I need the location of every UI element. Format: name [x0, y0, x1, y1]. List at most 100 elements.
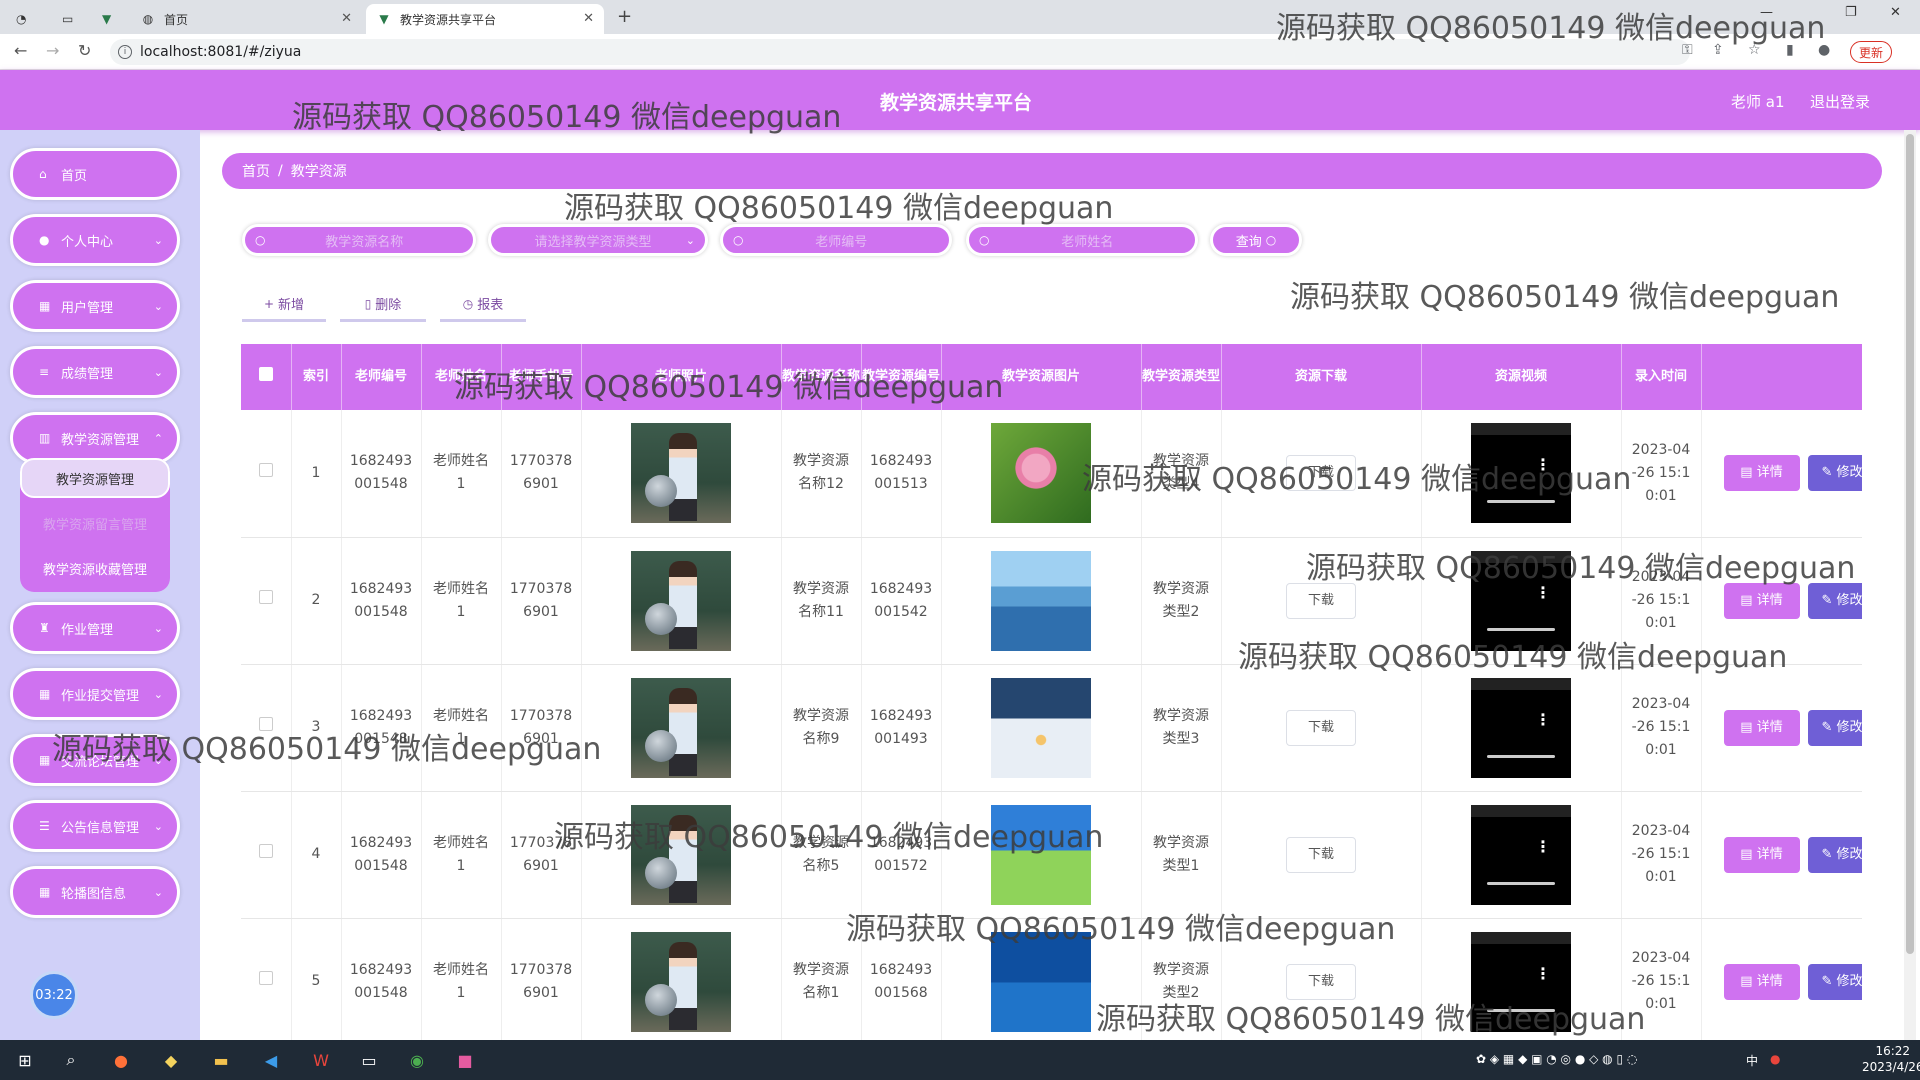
sidebar-item-homework[interactable]: ♜ 作业管理 ⌄ — [10, 602, 180, 654]
more-options-icon[interactable]: ⋮ — [1535, 835, 1551, 858]
antivirus-icon[interactable]: ● — [1770, 1052, 1780, 1066]
sidebar-item-submissions[interactable]: ▦ 作业提交管理 ⌄ — [10, 668, 180, 720]
edit-button[interactable]: ✎ 修改 — [1807, 709, 1862, 746]
reload-icon[interactable]: ↻ — [78, 41, 91, 60]
tab-close-icon[interactable]: ✕ — [341, 11, 352, 26]
vue-tab-icon[interactable]: ▼ — [92, 4, 132, 34]
sidebar-item-resources[interactable]: ▥ 教学资源管理 ⌃ — [10, 412, 180, 464]
resource-type-select[interactable]: 请选择教学资源类型 ⌄ — [488, 224, 708, 256]
forward-icon[interactable]: → — [46, 41, 59, 60]
windows-start-icon[interactable]: ⊞ — [12, 1048, 38, 1072]
detail-button[interactable]: ▤ 详情 — [1723, 836, 1800, 873]
teacher-photo[interactable] — [631, 423, 731, 524]
profile-icon[interactable]: ● — [1818, 42, 1830, 58]
teacher-photo[interactable] — [631, 550, 731, 651]
new-tab-icon[interactable]: + — [617, 6, 632, 27]
resource-video[interactable]: ⋮ — [1471, 550, 1571, 651]
idea-icon[interactable]: ■ — [452, 1048, 478, 1072]
row-checkbox[interactable] — [258, 590, 273, 604]
delete-button[interactable]: ▯ 删除 — [340, 288, 426, 322]
tray-icons[interactable]: ✿ ◈ ▦ ◆ ▣ ◔ ◎ ● ◇ ◍ ▯ ◌ — [1476, 1052, 1637, 1066]
report-button[interactable]: ◷ 报表 — [440, 288, 526, 322]
chrome-icon[interactable]: ◉ — [404, 1048, 430, 1072]
sidebar-item-notices[interactable]: ☰ 公告信息管理 ⌄ — [10, 800, 180, 852]
row-checkbox[interactable] — [258, 462, 273, 477]
download-button[interactable]: 下载 — [1286, 963, 1356, 1000]
submenu-item-resource-comments[interactable]: 教学资源留言管理 — [20, 503, 170, 543]
firefox-icon[interactable]: ● — [108, 1048, 134, 1072]
resource-video[interactable]: ⋮ — [1471, 677, 1571, 778]
maximize-icon[interactable]: ❐ — [1845, 5, 1857, 20]
address-bar[interactable]: i localhost:8081/#/ziyua — [110, 39, 1690, 65]
update-button[interactable]: 更新 — [1850, 41, 1893, 63]
more-options-icon[interactable]: ⋮ — [1535, 962, 1551, 985]
resource-image[interactable] — [991, 804, 1091, 905]
wps-icon[interactable]: W — [308, 1048, 334, 1072]
app-icon[interactable]: ◆ — [158, 1048, 184, 1072]
edit-button[interactable]: ✎ 修改 — [1807, 963, 1862, 1000]
row-checkbox[interactable] — [258, 971, 273, 985]
taskbar-clock[interactable]: 16:22 2023/4/26 — [1862, 1043, 1920, 1075]
page-scrollbar[interactable] — [1904, 130, 1916, 1040]
timer-badge[interactable]: 03:22 — [30, 971, 78, 1019]
download-button[interactable]: 下载 — [1286, 455, 1356, 492]
teacher-no-search-input[interactable]: ○ 老师编号 — [720, 224, 952, 256]
submenu-item-resource-favorites[interactable]: 教学资源收藏管理 — [20, 548, 170, 588]
detail-button[interactable]: ▤ 详情 — [1723, 455, 1800, 492]
logout-link[interactable]: 退出登录 — [1810, 91, 1870, 112]
minimize-icon[interactable]: — — [1760, 5, 1773, 20]
key-icon[interactable]: ⚿ — [1682, 42, 1693, 58]
sidepanel-icon[interactable]: ▮ — [1786, 42, 1794, 58]
more-options-icon[interactable]: ⋮ — [1535, 708, 1551, 731]
star-icon[interactable]: ☆ — [1748, 42, 1761, 58]
browser-back-tab-icon[interactable]: ◔ — [6, 4, 46, 34]
download-button[interactable]: 下载 — [1286, 836, 1356, 873]
row-checkbox[interactable] — [258, 844, 273, 858]
teacher-name-search-input[interactable]: ○ 老师姓名 — [966, 224, 1198, 256]
detail-button[interactable]: ▤ 详情 — [1723, 582, 1800, 619]
tab-close-icon[interactable]: ✕ — [583, 11, 594, 26]
search-icon[interactable]: ⌕ — [58, 1048, 84, 1072]
share-icon[interactable]: ⇪ — [1712, 42, 1724, 58]
resource-name-search-input[interactable]: ○ 教学资源名称 — [242, 224, 476, 256]
download-button[interactable]: 下载 — [1286, 709, 1356, 746]
sidebar-item-forum[interactable]: ▦ 交流论坛管理 ⌄ — [10, 734, 180, 786]
folder-icon[interactable]: ▬ — [208, 1048, 234, 1072]
sidebar-item-profile[interactable]: ● 个人中心 ⌄ — [10, 214, 180, 266]
site-info-icon[interactable]: i — [118, 45, 132, 59]
resource-image[interactable] — [991, 931, 1091, 1032]
back-icon[interactable]: ← — [14, 41, 27, 60]
browser-tab-home[interactable]: ◍ 首页 ✕ — [130, 4, 362, 34]
edit-button[interactable]: ✎ 修改 — [1807, 455, 1862, 492]
teacher-photo[interactable] — [631, 931, 731, 1032]
resource-image[interactable] — [991, 550, 1091, 651]
vscode-icon[interactable]: ◀ — [258, 1048, 284, 1072]
ime-indicator[interactable]: 中 — [1746, 1052, 1758, 1069]
edit-button[interactable]: ✎ 修改 — [1807, 582, 1862, 619]
detail-button[interactable]: ▤ 详情 — [1723, 963, 1800, 1000]
query-button[interactable]: 查询 ○ — [1210, 224, 1302, 256]
sidebar-item-users[interactable]: ▦ 用户管理 ⌄ — [10, 280, 180, 332]
resource-video[interactable]: ⋮ — [1471, 423, 1571, 524]
scrollbar-thumb[interactable] — [1906, 134, 1914, 954]
resource-video[interactable]: ⋮ — [1471, 931, 1571, 1032]
more-options-icon[interactable]: ⋮ — [1535, 581, 1551, 604]
detail-button[interactable]: ▤ 详情 — [1723, 709, 1800, 746]
resource-image[interactable] — [991, 423, 1091, 524]
row-checkbox[interactable] — [258, 717, 273, 731]
add-button[interactable]: + 新增 — [242, 288, 326, 322]
browser-blank-tab-icon[interactable]: ▭ — [52, 4, 92, 34]
download-button[interactable]: 下载 — [1286, 582, 1356, 619]
sidebar-item-grades[interactable]: ≡ 成绩管理 ⌄ — [10, 346, 180, 398]
more-options-icon[interactable]: ⋮ — [1535, 453, 1551, 476]
select-all-checkbox[interactable] — [258, 366, 273, 381]
edit-button[interactable]: ✎ 修改 — [1807, 836, 1862, 873]
breadcrumb-home[interactable]: 首页 — [242, 161, 270, 181]
terminal-icon[interactable]: ▭ — [356, 1048, 382, 1072]
resource-video[interactable]: ⋮ — [1471, 804, 1571, 905]
teacher-photo[interactable] — [631, 804, 731, 905]
resource-image[interactable] — [991, 677, 1091, 778]
close-window-icon[interactable]: ✕ — [1890, 5, 1901, 20]
browser-tab-platform[interactable]: ▼ 教学资源共享平台 ✕ — [366, 4, 604, 34]
teacher-photo[interactable] — [631, 677, 731, 778]
